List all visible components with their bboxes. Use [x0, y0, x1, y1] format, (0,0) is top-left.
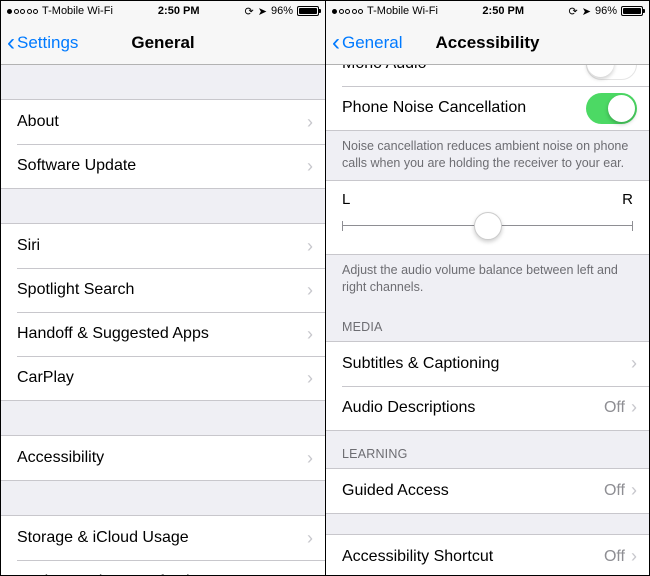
row-accessibility-shortcut[interactable]: Accessibility ShortcutOff› — [326, 535, 649, 576]
learning-header: LEARNING — [326, 431, 649, 468]
clock: 2:50 PM — [158, 5, 200, 17]
chevron-right-icon: › — [307, 528, 325, 549]
row-subtitles[interactable]: Subtitles & Captioning› — [326, 342, 649, 386]
clock: 2:50 PM — [482, 5, 524, 17]
row-spotlight[interactable]: Spotlight Search› — [1, 268, 325, 312]
back-label: General — [342, 33, 402, 53]
chevron-left-icon: ‹ — [332, 31, 340, 55]
balance-slider-box: L R — [326, 180, 649, 255]
battery-pct: 96% — [595, 5, 617, 17]
balance-footer: Adjust the audio volume balance between … — [326, 255, 649, 304]
chevron-right-icon: › — [307, 324, 325, 345]
location-icon: ➤ — [582, 5, 591, 18]
row-bg-refresh[interactable]: Background App Refresh› — [1, 560, 325, 575]
balance-left-label: L — [342, 191, 350, 208]
signal-dots — [332, 9, 363, 14]
status-bar: T-Mobile Wi-Fi 2:50 PM ⟳ ➤ 96% — [1, 1, 325, 21]
signal-dots — [7, 9, 38, 14]
carrier-label: T-Mobile Wi-Fi — [367, 5, 438, 17]
lock-icon: ⟳ — [569, 5, 578, 18]
toggle-mono-audio[interactable] — [586, 65, 637, 80]
back-button[interactable]: ‹ Settings — [1, 31, 78, 55]
chevron-left-icon: ‹ — [7, 31, 15, 55]
lock-icon: ⟳ — [245, 5, 254, 18]
location-icon: ➤ — [258, 5, 267, 18]
chevron-right-icon: › — [307, 156, 325, 177]
toggle-noise-cancellation[interactable] — [586, 93, 637, 124]
row-siri[interactable]: Siri› — [1, 224, 325, 268]
row-mono-audio[interactable]: Mono Audio — [326, 65, 649, 86]
row-noise-cancellation[interactable]: Phone Noise Cancellation — [326, 86, 649, 130]
battery-icon — [297, 6, 319, 16]
row-guided-access[interactable]: Guided AccessOff› — [326, 469, 649, 513]
row-about[interactable]: About› — [1, 100, 325, 144]
row-software-update[interactable]: Software Update› — [1, 144, 325, 188]
noise-cancel-footer: Noise cancellation reduces ambient noise… — [326, 131, 649, 180]
row-audio-descriptions[interactable]: Audio DescriptionsOff› — [326, 386, 649, 430]
carrier-label: T-Mobile Wi-Fi — [42, 5, 113, 17]
nav-bar: ‹ General Accessibility — [326, 21, 649, 65]
slider-thumb[interactable] — [474, 212, 502, 240]
chevron-right-icon: › — [307, 280, 325, 301]
chevron-right-icon: › — [631, 397, 649, 418]
chevron-right-icon: › — [307, 448, 325, 469]
chevron-right-icon: › — [307, 112, 325, 133]
battery-icon — [621, 6, 643, 16]
chevron-right-icon: › — [307, 572, 325, 576]
balance-slider[interactable] — [342, 212, 633, 240]
chevron-right-icon: › — [307, 368, 325, 389]
chevron-right-icon: › — [631, 353, 649, 374]
status-bar: T-Mobile Wi-Fi 2:50 PM ⟳ ➤ 96% — [326, 1, 649, 21]
chevron-right-icon: › — [631, 480, 649, 501]
phone-general: T-Mobile Wi-Fi 2:50 PM ⟳ ➤ 96% ‹ Setting… — [1, 1, 325, 575]
scroll-content[interactable]: Mono Audio Phone Noise Cancellation Nois… — [326, 65, 649, 575]
battery-pct: 96% — [271, 5, 293, 17]
back-label: Settings — [17, 33, 78, 53]
row-storage[interactable]: Storage & iCloud Usage› — [1, 516, 325, 560]
scroll-content[interactable]: About› Software Update› Siri› Spotlight … — [1, 65, 325, 575]
row-handoff[interactable]: Handoff & Suggested Apps› — [1, 312, 325, 356]
row-carplay[interactable]: CarPlay› — [1, 356, 325, 400]
nav-bar: ‹ Settings General — [1, 21, 325, 65]
media-header: MEDIA — [326, 304, 649, 341]
balance-right-label: R — [622, 191, 633, 208]
chevron-right-icon: › — [631, 546, 649, 567]
row-accessibility[interactable]: Accessibility› — [1, 436, 325, 480]
phone-accessibility: T-Mobile Wi-Fi 2:50 PM ⟳ ➤ 96% ‹ General… — [325, 1, 649, 575]
back-button[interactable]: ‹ General — [326, 31, 402, 55]
chevron-right-icon: › — [307, 236, 325, 257]
